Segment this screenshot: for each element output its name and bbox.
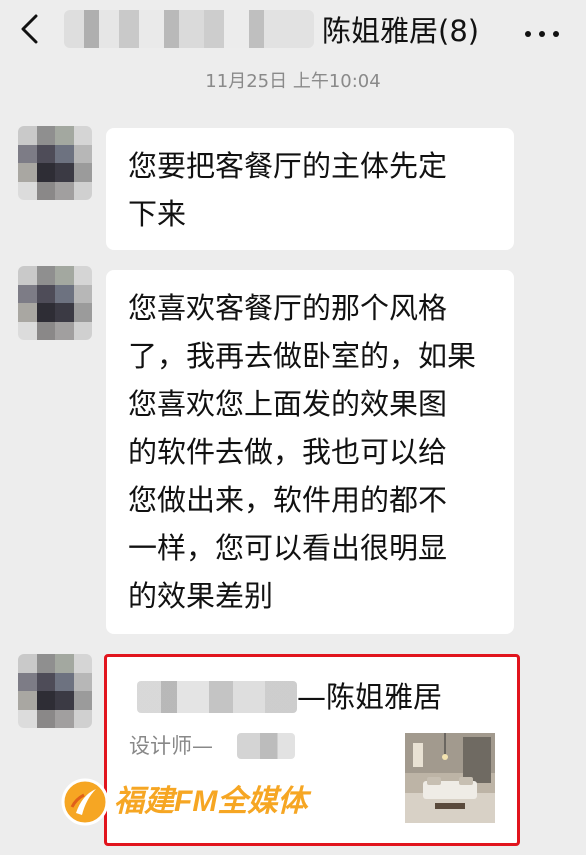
- blurred-contact-name: [64, 10, 314, 48]
- watermark: 福建FM全媒体: [60, 775, 340, 829]
- ellipsis-icon[interactable]: [524, 30, 560, 38]
- message-timestamp: 11月25日 上午10:04: [205, 71, 381, 92]
- message-line: 下来: [128, 197, 187, 231]
- blurred-card-subtitle: [237, 733, 295, 759]
- chat-title: 陈姐雅居(8): [322, 14, 480, 48]
- watermark-text: 福建FM全媒体: [114, 785, 308, 818]
- message-line: 的效果差别: [128, 579, 274, 613]
- message-bubble[interactable]: 您要把客餐厅的主体先定 下来: [106, 128, 514, 250]
- sender-avatar[interactable]: [18, 266, 92, 340]
- message-line: 的软件去做，我也可以给: [128, 435, 448, 469]
- message-line: 您做出来，软件用的都不: [128, 483, 448, 517]
- sender-avatar[interactable]: [18, 654, 92, 728]
- fm-logo-icon: [61, 778, 109, 826]
- room-thumbnail-image: [405, 733, 495, 823]
- chat-header: 陈姐雅居(8): [0, 0, 586, 62]
- card-subtitle: 设计师—: [129, 734, 213, 758]
- sender-avatar[interactable]: [18, 126, 92, 200]
- message-line: 您喜欢客餐厅的那个风格: [128, 291, 448, 325]
- message-line: 一样，您可以看出很明显: [128, 531, 448, 565]
- message-bubble[interactable]: 您喜欢客餐厅的那个风格 了，我再去做卧室的，如果 您喜欢您上面发的效果图 的软件…: [106, 270, 514, 634]
- chevron-left-icon[interactable]: [18, 14, 44, 44]
- blurred-card-name: [137, 681, 297, 713]
- message-line: 了，我再去做卧室的，如果: [128, 339, 477, 373]
- message-line: 您喜欢您上面发的效果图: [128, 387, 448, 421]
- message-line: 您要把客餐厅的主体先定: [128, 149, 448, 183]
- card-title: —陈姐雅居: [297, 680, 443, 714]
